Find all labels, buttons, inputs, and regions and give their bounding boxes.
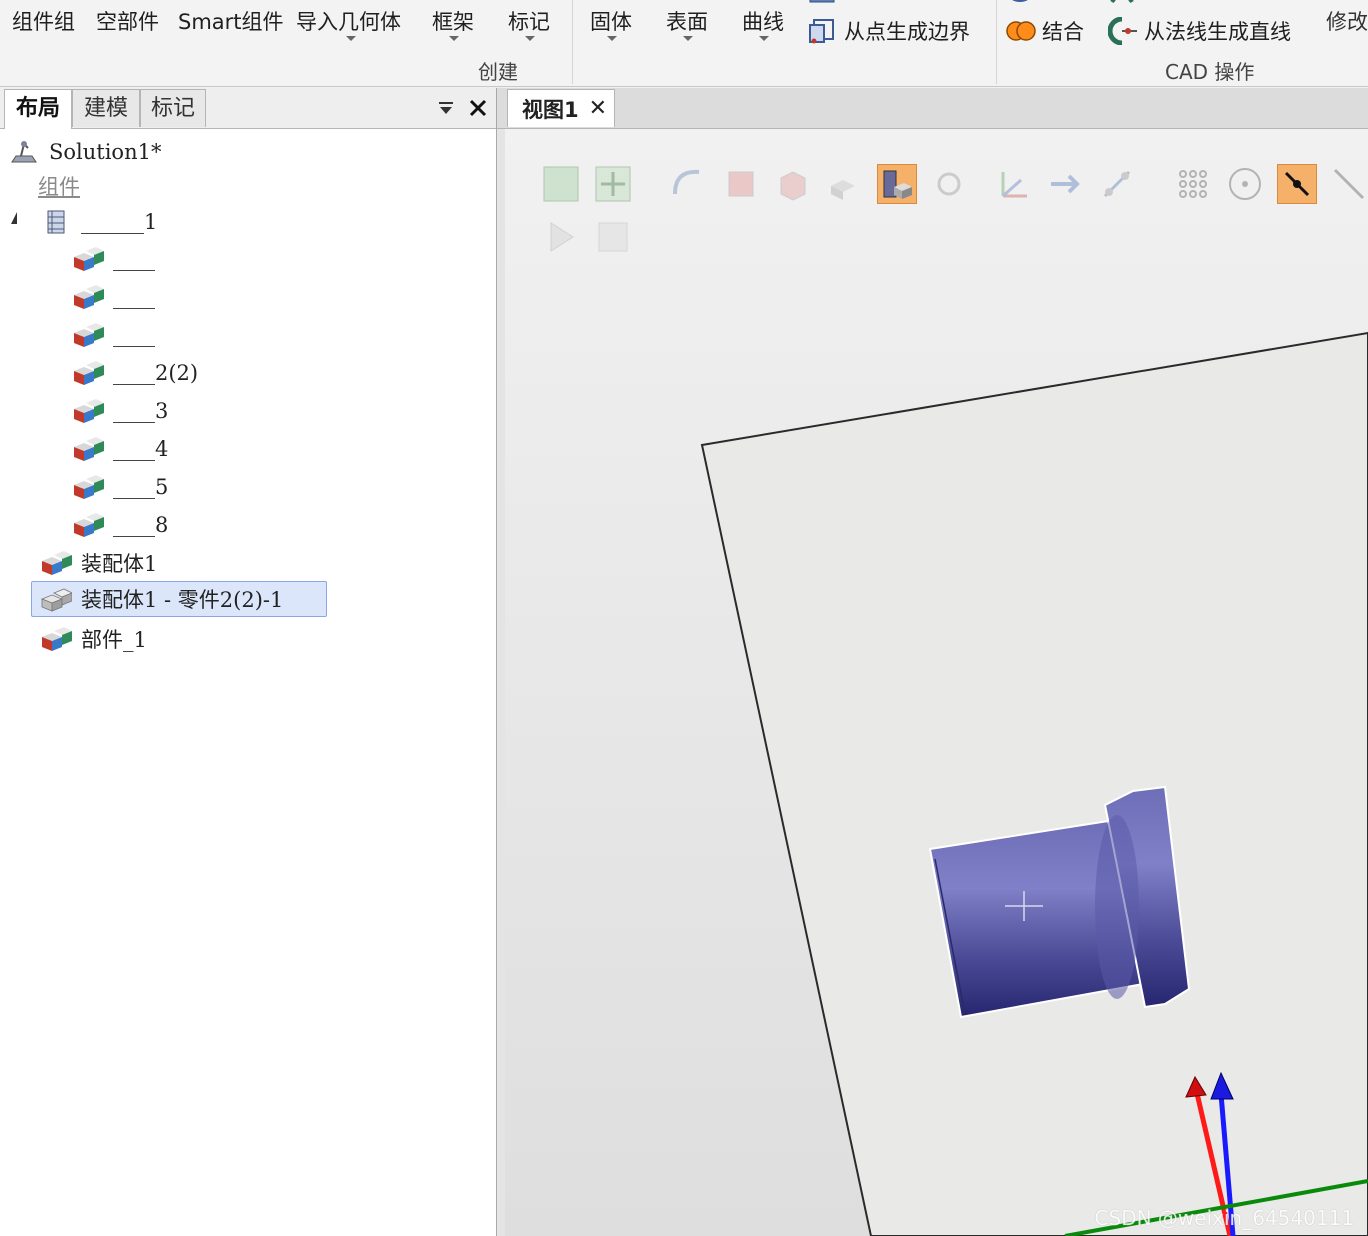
- component-group-icon: [40, 208, 72, 236]
- part-icon: [40, 625, 72, 653]
- tag-caret-icon[interactable]: [525, 36, 535, 41]
- union-label: 结合: [1042, 20, 1084, 44]
- ribbon-separator: [996, 0, 997, 84]
- modify-button[interactable]: 修改: [1326, 6, 1368, 36]
- panel-dropdown-icon[interactable]: [436, 98, 456, 118]
- watermark-text: CSDN @weixin_64540111: [1094, 1206, 1354, 1230]
- cad-operations-group-label: CAD 操作: [1165, 60, 1255, 84]
- tree-root-label: Solution1*: [49, 140, 162, 164]
- line-from-normal-button[interactable]: 从法线生成直线: [1107, 16, 1291, 46]
- surface-caret-icon[interactable]: [683, 36, 693, 41]
- tree-child-label: ____3: [113, 399, 169, 423]
- create-group-label: 创建: [478, 60, 518, 84]
- scene-canvas: [700, 331, 1368, 1236]
- part-icon: [72, 283, 104, 311]
- tree-item-assembly-part-selected[interactable]: 装配体1 - 零件2(2)-1: [31, 581, 327, 617]
- tree-child-part[interactable]: ____2(2): [72, 357, 198, 389]
- tree-item-label: 装配体1: [81, 552, 158, 576]
- tree-child-part[interactable]: ____8: [72, 509, 168, 541]
- tag-button[interactable]: 标记: [508, 6, 550, 36]
- tree-group-label: ______1: [81, 210, 158, 234]
- union-icon: [1006, 17, 1036, 45]
- ribbon-separator: [572, 0, 573, 84]
- tree-group-1[interactable]: ______1: [40, 206, 157, 238]
- part-icon: [72, 245, 104, 273]
- cad-top-icon-2[interactable]: [1108, 0, 1136, 6]
- frame-caret-icon[interactable]: [449, 36, 459, 41]
- tree-child-label: ____: [113, 285, 155, 309]
- part-icon: [40, 549, 72, 577]
- boundary-from-points-label: 从点生成边界: [844, 20, 970, 44]
- part-icon: [72, 435, 104, 463]
- view-tab-strip: 视图1 ✕: [497, 88, 1368, 129]
- line-from-normal-label: 从法线生成直线: [1144, 20, 1291, 44]
- view-tab-label: 视图1: [522, 97, 579, 122]
- import-geometry-caret-icon[interactable]: [346, 36, 356, 41]
- tree-item-label: 装配体1 - 零件2(2)-1: [81, 588, 284, 612]
- tree-child-label: ____4: [113, 437, 169, 461]
- tree-child-label: ____5: [113, 475, 169, 499]
- tree-child-part[interactable]: ____: [72, 319, 155, 351]
- tab-view1[interactable]: 视图1 ✕: [507, 89, 615, 127]
- frame-button[interactable]: 框架: [432, 6, 474, 36]
- surface-button[interactable]: 表面: [666, 6, 708, 36]
- solid-button[interactable]: 固体: [590, 6, 632, 36]
- tree-root-solution[interactable]: Solution1*: [8, 136, 161, 168]
- smart-component-button[interactable]: Smart组件: [178, 6, 284, 36]
- tree-child-label: ____: [113, 247, 155, 271]
- part-icon: [72, 321, 104, 349]
- panel-tab-strip: 布局 建模 标记: [0, 88, 496, 129]
- 3d-viewport[interactable]: CSDN @weixin_64540111: [505, 129, 1368, 1236]
- part-gray-icon: [40, 585, 73, 613]
- ribbon: 组件组 空部件 Smart组件 导入几何体 框架 标记 固体 表面 曲线 从点生…: [0, 0, 1368, 87]
- part-icon: [72, 473, 104, 501]
- close-icon[interactable]: [466, 96, 490, 120]
- surface-from-curves-icon[interactable]: [808, 0, 836, 6]
- tab-layout[interactable]: 布局: [4, 89, 72, 129]
- import-geometry-button[interactable]: 导入几何体: [296, 6, 401, 36]
- tree-item-part[interactable]: 部件_1: [40, 623, 147, 655]
- tree-child-part[interactable]: ____3: [72, 395, 168, 427]
- tree-child-label: ____2(2): [113, 361, 199, 385]
- boundary-from-points-icon: [808, 17, 836, 45]
- tree-child-label: ____8: [113, 513, 169, 537]
- tree-child-part[interactable]: ____: [72, 281, 155, 313]
- tree-item-label: 部件_1: [81, 628, 147, 652]
- station-icon: [8, 138, 40, 166]
- collapse-icon[interactable]: [11, 212, 17, 224]
- viewport-area: 视图1 ✕ CSDN @weixin_64540111: [497, 88, 1368, 1236]
- close-icon[interactable]: ✕: [589, 96, 607, 121]
- part-icon: [72, 397, 104, 425]
- curve-button[interactable]: 曲线: [742, 6, 784, 36]
- layout-panel: 布局 建模 标记 Solution1* 组件 ______1 ____ ____: [0, 88, 497, 1236]
- tree-child-part[interactable]: ____: [72, 243, 155, 275]
- tree-item-assembly[interactable]: 装配体1: [40, 547, 157, 579]
- tree-section-label: 组件: [38, 175, 80, 199]
- component-group-button[interactable]: 组件组: [12, 6, 75, 36]
- tab-modeling[interactable]: 建模: [72, 89, 140, 127]
- floor-plane: [700, 331, 1368, 1236]
- solid-caret-icon[interactable]: [607, 36, 617, 41]
- curve-caret-icon[interactable]: [759, 36, 769, 41]
- tree-child-label: ____: [113, 323, 155, 347]
- tree-child-part[interactable]: ____4: [72, 433, 168, 465]
- union-button[interactable]: 结合: [1006, 16, 1084, 46]
- empty-part-button[interactable]: 空部件: [96, 6, 159, 36]
- part-icon: [72, 359, 104, 387]
- boundary-from-points-button[interactable]: 从点生成边界: [808, 16, 970, 46]
- tree-section-components: 组件: [38, 170, 80, 202]
- cad-top-icon-1[interactable]: [1006, 0, 1034, 6]
- line-from-normal-icon: [1107, 16, 1137, 46]
- tree-child-part[interactable]: ____5: [72, 471, 168, 503]
- part-icon: [72, 511, 104, 539]
- tab-markup[interactable]: 标记: [140, 89, 206, 127]
